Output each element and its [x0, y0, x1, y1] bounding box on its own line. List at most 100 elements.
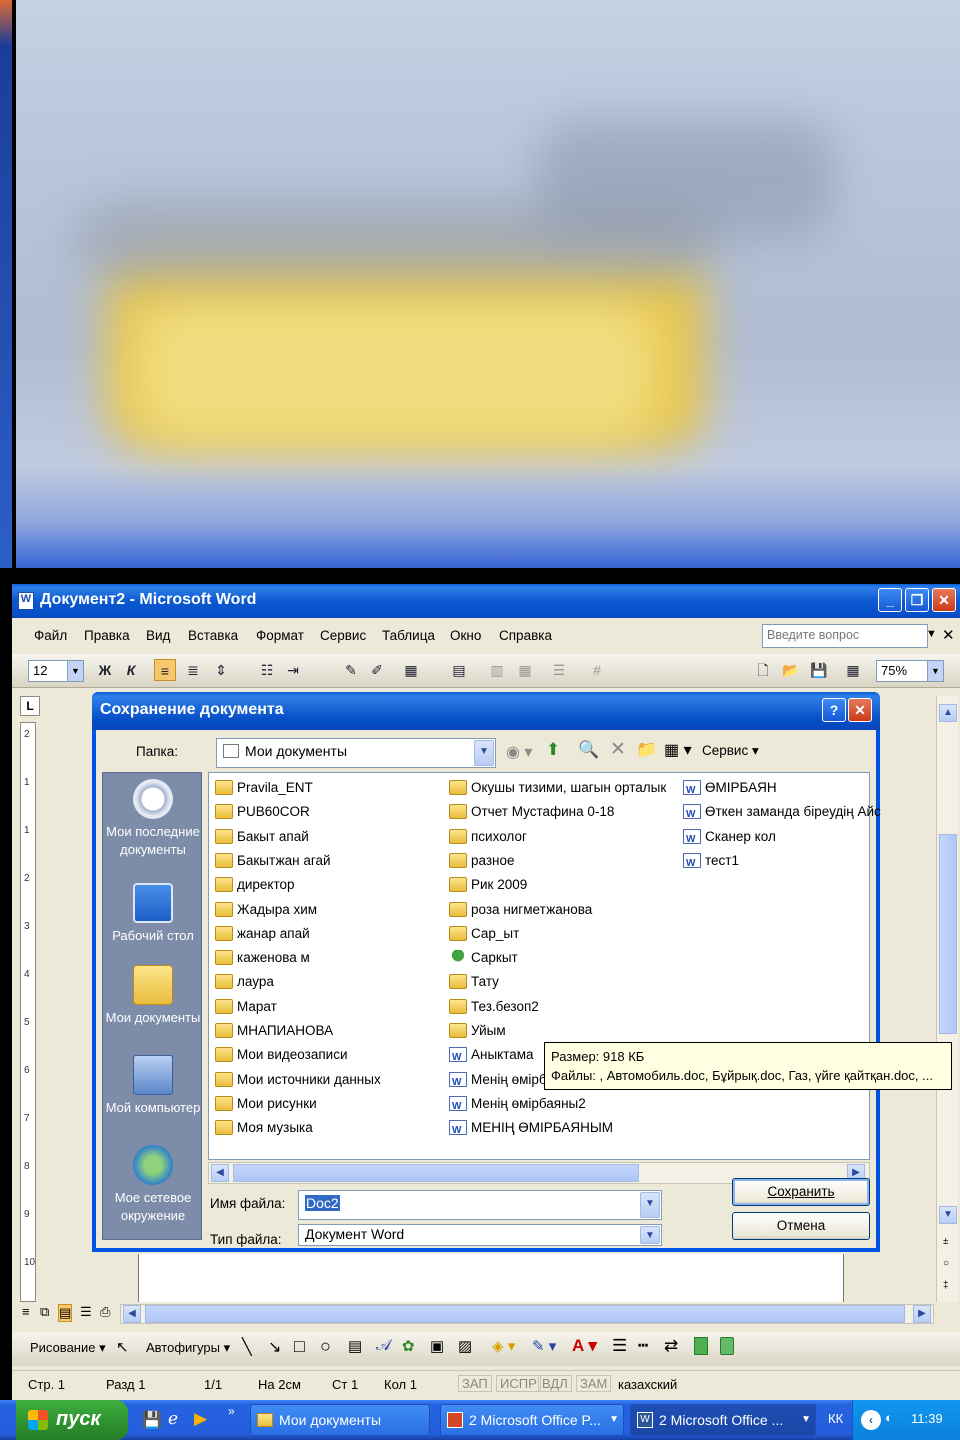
line-spacing-icon[interactable]: ⇕ [210, 659, 232, 681]
scroll-thumb[interactable] [939, 834, 957, 1034]
save-icon[interactable]: 💾 [808, 659, 830, 681]
up-folder-icon[interactable]: ⬆ [546, 740, 560, 760]
quicklaunch-save-icon[interactable]: 💾 [142, 1410, 162, 1430]
back-icon[interactable]: ◉ ▾ [506, 742, 532, 762]
diagram-icon[interactable]: ✿ [402, 1337, 415, 1355]
file-item[interactable]: Сканер кол [683, 826, 776, 851]
line-color-icon[interactable]: ✎ ▾ [532, 1337, 556, 1355]
cancel-button[interactable]: Отмена [732, 1212, 870, 1240]
oval-icon[interactable]: ○ [320, 1336, 331, 1357]
fill-color-icon[interactable]: ◈ ▾ [492, 1337, 515, 1355]
menu-format[interactable]: Формат [256, 628, 304, 643]
file-item[interactable]: ӨМІРБАЯН [683, 777, 777, 802]
language-indicator[interactable]: КК [828, 1411, 843, 1426]
menu-view[interactable]: Вид [146, 628, 170, 643]
file-item[interactable]: Аныктама [449, 1044, 534, 1069]
open-folder-icon[interactable]: 📂 [780, 659, 802, 681]
file-item[interactable]: Марат [215, 996, 277, 1018]
save-button[interactable]: Сохранить [732, 1178, 870, 1206]
web-view-icon[interactable]: ⧉ [40, 1304, 49, 1320]
file-item[interactable]: Бакыт апай [215, 826, 309, 848]
file-item[interactable]: Мои источники данных [215, 1069, 381, 1091]
arrow-style-icon[interactable]: ⇄ [664, 1336, 678, 1356]
table-icon[interactable]: ▤ [448, 659, 470, 681]
table3-icon[interactable]: ▦ [514, 659, 536, 681]
vertical-scrollbar[interactable]: ▲ ▼ ± ○ ‡ [936, 696, 958, 1306]
file-item[interactable]: Тату [449, 971, 499, 993]
menu-file[interactable]: Файл [34, 628, 67, 643]
file-item[interactable]: Моя музыка [215, 1117, 313, 1139]
scroll-up-icon[interactable]: ▲ [939, 704, 957, 722]
menu-tools[interactable]: Сервис [320, 628, 366, 643]
line-style-icon[interactable]: ☰ [612, 1336, 627, 1356]
place-desktop[interactable]: Рабочий стол [103, 883, 203, 945]
numbering-icon[interactable]: ☷ [256, 659, 278, 681]
file-item[interactable]: Менің өмірбаяны2 [449, 1093, 586, 1118]
file-item[interactable]: Окушы тизими, шагын орталык [449, 777, 666, 799]
hscroll-left-icon[interactable]: ◀ [123, 1305, 141, 1323]
browse-object-icon[interactable]: ○ [943, 1258, 949, 1269]
arrow-icon[interactable]: ↘ [268, 1337, 281, 1357]
next-page-icon[interactable]: ‡ [943, 1280, 949, 1291]
autoshapes-menu[interactable]: Автофигуры ▾ [146, 1340, 230, 1356]
menu-window[interactable]: Окно [450, 628, 481, 643]
help-button[interactable]: ? [822, 698, 846, 722]
textbox-icon[interactable]: ▤ [348, 1337, 362, 1355]
rectangle-icon[interactable]: □ [294, 1336, 305, 1357]
file-item[interactable]: Тез.безоп2 [449, 996, 539, 1018]
tray-expand-icon[interactable]: ‹ [861, 1410, 881, 1430]
ie-icon[interactable]: ℯ [168, 1409, 178, 1429]
table2-icon[interactable]: ▥ [486, 659, 508, 681]
align-justify-icon[interactable]: ≣ [182, 659, 204, 681]
task-office-powerpoint[interactable]: 2 Microsoft Office P... ▼ [440, 1404, 624, 1436]
file-item[interactable]: роза нигметжанова [449, 899, 592, 921]
window-titlebar[interactable]: W Документ2 - Microsoft Word _ ❐ ✕ [12, 584, 960, 618]
document-page[interactable] [138, 1254, 844, 1304]
prev-page-icon[interactable]: ± [943, 1236, 949, 1247]
font-size-dropdown-icon[interactable]: ▼ [67, 661, 83, 681]
zoom-dropdown-icon[interactable]: ▼ [927, 661, 943, 681]
ask-dropdown-icon[interactable]: ▼ [926, 628, 937, 640]
place-computer[interactable]: Мой компьютер [103, 1055, 203, 1117]
filename-dropdown-icon[interactable]: ▼ [640, 1192, 660, 1218]
filename-input[interactable]: Doc2 ▼ [298, 1190, 662, 1220]
file-item[interactable]: Мои видеозаписи [215, 1044, 348, 1066]
menu-edit[interactable]: Правка [84, 628, 130, 643]
clipart-icon[interactable]: ▣ [430, 1337, 444, 1355]
normal-view-icon[interactable]: ≡ [22, 1304, 30, 1319]
file-item[interactable]: жанар апай [215, 923, 310, 945]
tab-selector[interactable]: L [20, 696, 40, 716]
align-left-icon[interactable]: ≡ [154, 659, 176, 681]
file-item[interactable]: тест1 [683, 850, 739, 875]
edit2-icon[interactable]: ✐ [366, 659, 388, 681]
scroll-down-icon[interactable]: ▼ [939, 1206, 957, 1224]
print-view-icon[interactable]: ▤ [58, 1304, 73, 1322]
menu-table[interactable]: Таблица [382, 628, 435, 643]
hscroll-right-icon[interactable]: ▶ [913, 1305, 931, 1323]
select-pointer-icon[interactable]: ↖ [116, 1338, 129, 1356]
file-item[interactable]: психолог [449, 826, 527, 848]
status-trk[interactable]: ИСПР [496, 1375, 541, 1392]
file-item[interactable]: МЕНІҢ ӨМІРБАЯНЫМ [449, 1117, 613, 1142]
file-item[interactable]: Саркыт [449, 947, 518, 969]
list-scroll-left-icon[interactable]: ◀ [211, 1164, 229, 1182]
file-item[interactable]: Жадыра хим [215, 899, 317, 921]
task-office-word[interactable]: W 2 Microsoft Office ... ▼ [630, 1404, 816, 1436]
file-item[interactable]: директор [215, 874, 295, 896]
new-folder-icon[interactable]: 📁 [636, 740, 657, 760]
file-item[interactable]: Мои рисунки [215, 1093, 317, 1115]
close-button[interactable]: ✕ [932, 588, 956, 612]
place-network[interactable]: Мое сетевое окружение [103, 1145, 203, 1225]
place-documents[interactable]: Мои документы [103, 965, 203, 1027]
grid-icon[interactable]: # [586, 659, 608, 681]
status-ext[interactable]: ВДЛ [538, 1375, 572, 1392]
wordart-icon[interactable]: 𝒜 [376, 1337, 391, 1355]
start-button[interactable]: пуск [16, 1400, 128, 1440]
place-recent[interactable]: Мои последние документы [103, 779, 203, 859]
dialog-close-button[interactable]: ✕ [848, 698, 872, 722]
file-item[interactable]: Рик 2009 [449, 874, 527, 896]
ask-question-input[interactable]: Введите вопрос [762, 624, 928, 648]
file-item[interactable]: Отчет Мустафина 0-18 [449, 801, 614, 823]
bold-button[interactable]: Ж [94, 659, 116, 681]
delete-icon[interactable]: ✕ [610, 738, 626, 761]
